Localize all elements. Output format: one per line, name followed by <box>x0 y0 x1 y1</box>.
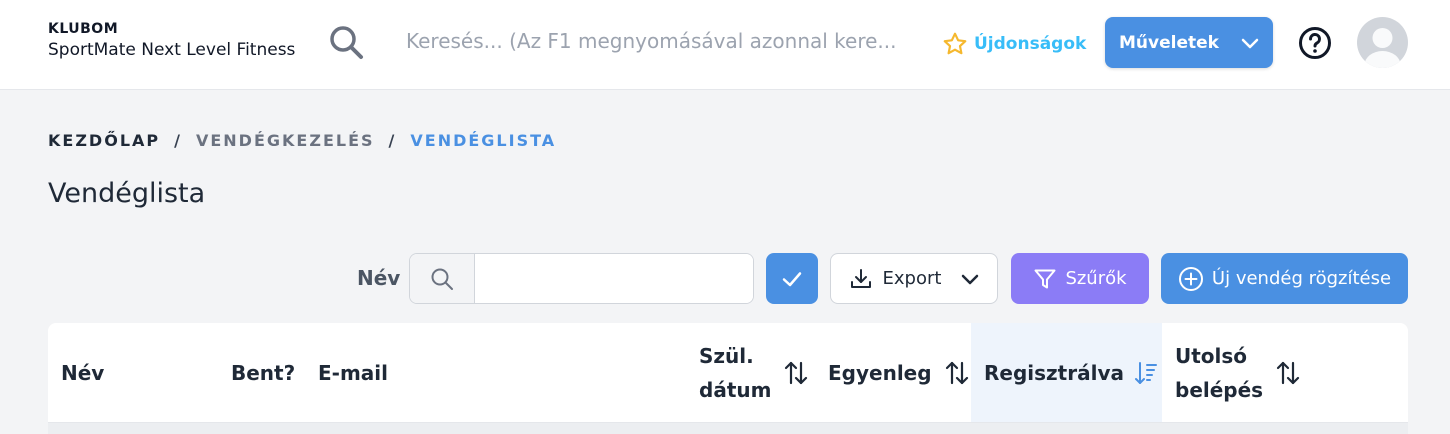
filter-icon <box>1034 269 1056 288</box>
name-search-group <box>409 253 754 304</box>
export-label: Export <box>882 268 942 289</box>
breadcrumb: KEZDŐLAP / VENDÉGKEZELÉS / VENDÉGLISTA <box>48 131 556 150</box>
column-header-last-entry[interactable]: Utolsó belépés <box>1175 323 1301 423</box>
column-header-label-line: belépés <box>1175 378 1264 402</box>
club-info[interactable]: KLUBOM SportMate Next Level Fitness <box>48 20 295 62</box>
column-header-label: Regisztrálva <box>984 361 1124 385</box>
column-header-email[interactable]: E-mail <box>318 323 388 423</box>
column-header-label: Utolsó belépés <box>1175 339 1263 407</box>
apply-search-button[interactable] <box>766 253 818 304</box>
avatar[interactable] <box>1357 17 1408 68</box>
global-search-input[interactable]: Keresés... (Az F1 megnyomásával azonnal … <box>406 29 906 53</box>
star-icon <box>943 32 967 55</box>
chevron-down-icon <box>962 274 979 284</box>
column-header-birth-date[interactable]: Szül. dátum <box>699 323 809 423</box>
filters-button[interactable]: Szűrők <box>1011 253 1149 304</box>
news-link[interactable]: Újdonságok <box>942 31 1086 57</box>
page-title: Vendéglista <box>48 178 206 209</box>
actions-dropdown-button[interactable]: Műveletek <box>1105 17 1273 68</box>
sort-icon[interactable] <box>944 359 970 387</box>
user-icon <box>1364 28 1401 68</box>
table-body-start <box>48 422 1408 434</box>
name-filter-label: Név <box>357 266 401 290</box>
filters-label: Szűrők <box>1065 268 1127 289</box>
news-label: Újdonságok <box>974 34 1087 54</box>
column-header-label: Név <box>61 361 105 385</box>
sort-icon[interactable] <box>783 359 809 387</box>
export-dropdown-button[interactable]: Export <box>830 253 998 304</box>
club-label: KLUBOM <box>48 21 119 37</box>
new-guest-button[interactable]: Új vendég rögzítése <box>1161 253 1408 304</box>
search-addon <box>410 254 475 303</box>
check-icon <box>782 271 802 286</box>
column-header-label-line: dátum <box>699 378 772 402</box>
sort-icon[interactable] <box>1275 359 1301 387</box>
column-header-registered[interactable]: Regisztrálva <box>971 323 1162 423</box>
plus-circle-icon <box>1178 266 1203 291</box>
name-search-input[interactable] <box>475 254 753 303</box>
column-header-label-line: Szül. <box>699 344 754 368</box>
breadcrumb-separator: / <box>388 131 397 150</box>
help-icon[interactable] <box>1298 26 1332 60</box>
download-icon <box>850 268 871 288</box>
column-header-label: Egyenleg <box>828 361 932 385</box>
chevron-down-icon <box>1241 38 1259 48</box>
column-header-label: Szül. dátum <box>699 339 771 407</box>
breadcrumb-current: VENDÉGLISTA <box>410 131 557 150</box>
new-guest-label: Új vendég rögzítése <box>1211 268 1392 289</box>
actions-label: Műveletek <box>1119 32 1219 53</box>
column-header-label-line: Utolsó <box>1175 344 1248 368</box>
column-header-label: E-mail <box>318 361 389 385</box>
breadcrumb-guest-management[interactable]: VENDÉGKEZELÉS <box>196 131 375 150</box>
column-header-inside[interactable]: Bent? <box>231 323 295 423</box>
column-header-balance[interactable]: Egyenleg <box>828 323 970 423</box>
guest-table: Név Bent? E-mail Szül. dátum Egyenleg Re… <box>48 323 1408 434</box>
top-bar: KLUBOM SportMate Next Level Fitness Kere… <box>0 0 1450 90</box>
club-name: SportMate Next Level Fitness <box>48 40 296 60</box>
column-header-label: Bent? <box>231 361 296 385</box>
breadcrumb-home[interactable]: KEZDŐLAP <box>48 131 160 150</box>
column-header-name[interactable]: Név <box>61 323 104 423</box>
search-icon[interactable] <box>328 24 364 60</box>
search-icon <box>431 268 453 290</box>
sort-desc-icon[interactable] <box>1134 359 1158 387</box>
breadcrumb-separator: / <box>174 131 182 150</box>
